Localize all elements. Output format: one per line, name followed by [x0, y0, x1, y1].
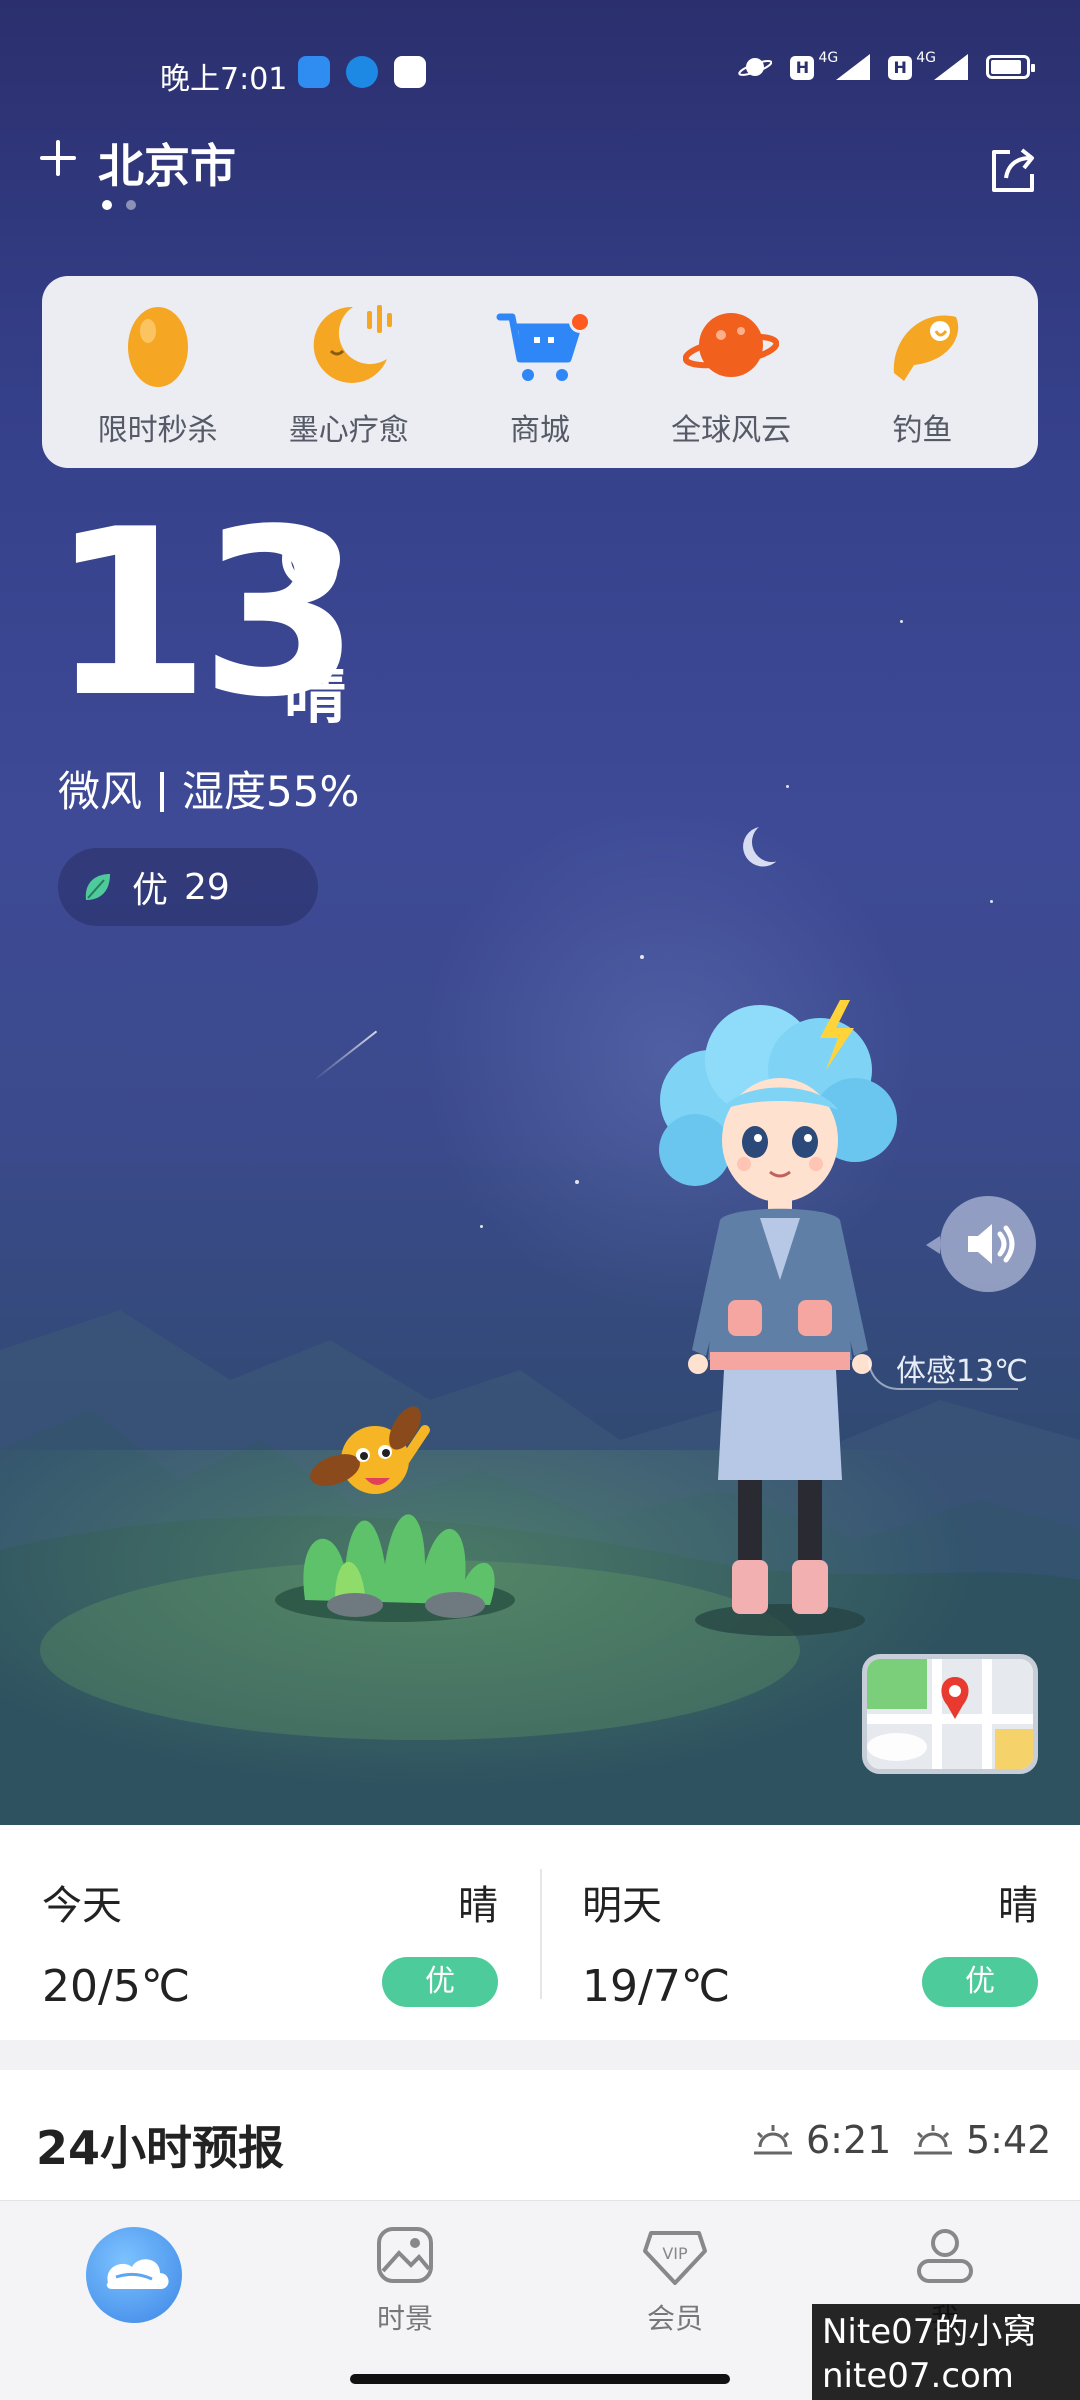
sunrise-icon [754, 2125, 792, 2155]
quick-item-healing[interactable]: 墨心疗愈 [264, 287, 434, 457]
sunset: 5:42 [912, 2118, 1051, 2162]
notification-badge [568, 311, 591, 333]
voice-broadcast-button[interactable] [926, 1196, 1036, 1292]
watermark: Nite07的小窝 nite07.com [812, 2304, 1080, 2400]
day-label: 明天 [582, 1883, 662, 1929]
app-notification-icon [298, 56, 330, 88]
nav-label: 会员 [646, 2302, 703, 2335]
aqi-value: 29 [184, 866, 230, 908]
divider [160, 772, 165, 812]
nav-label: 时景 [376, 2302, 433, 2335]
quick-item-label: 商城 [509, 413, 570, 448]
humidity: 湿度55% [182, 767, 360, 816]
nav-scenery[interactable]: 时景 [330, 2223, 480, 2337]
quick-menu: 限时秒杀 墨心疗愈 商城 全球风云 钓鱼 [42, 276, 1038, 468]
star [640, 955, 644, 959]
sunrise: 6:21 [752, 2118, 891, 2162]
weather-character [659, 1000, 897, 1636]
signal-2: H 4G [888, 50, 968, 80]
planet-status-icon [738, 58, 773, 76]
sunrise-time: 6:21 [806, 2118, 892, 2162]
aqi-pill[interactable]: 优 29 [58, 848, 318, 926]
forecast-today[interactable]: 今天 晴 20/5℃ 优 [0, 1825, 540, 2040]
degree-symbol [282, 530, 340, 588]
cat-app-icon [394, 56, 426, 88]
quick-item-label: 全球风云 [671, 413, 792, 448]
signal-icon [934, 54, 968, 80]
page-dot [102, 200, 112, 210]
daily-forecast: 今天 晴 20/5℃ 优 明天 晴 19/7℃ 优 [0, 1825, 1080, 2040]
nav-vip[interactable]: VIP 会员 [600, 2223, 750, 2337]
aqi-badge: 优 [922, 1957, 1038, 2007]
quick-item-label: 钓鱼 [892, 413, 953, 448]
day-label: 今天 [42, 1883, 122, 1929]
aqi-label: 优 [132, 870, 169, 911]
egg-icon [127, 307, 188, 387]
weather-label: 晴 [998, 1883, 1038, 1929]
leaf-icon [85, 874, 110, 900]
star [480, 1225, 483, 1228]
sim-label: H [888, 56, 913, 80]
add-city-button[interactable] [36, 136, 80, 180]
temp-range: 19/7℃ [582, 1961, 731, 2012]
shooting-star [312, 1030, 378, 1082]
wind-humidity: 微风 湿度55% [58, 758, 359, 819]
star [900, 620, 903, 623]
image-icon [377, 2227, 433, 2283]
sim-label: H [790, 56, 815, 80]
hourly-forecast-header: 24小时预报 6:21 5:42 [0, 2070, 1080, 2200]
watermark-line: Nite07的小窝 [822, 2312, 1037, 2352]
nav-weather-home[interactable] [86, 2227, 182, 2323]
aqi-badge: 优 [382, 1957, 498, 2007]
quick-item-label: 墨心疗愈 [288, 413, 409, 448]
signal-1: H 4G [790, 50, 871, 80]
cart-icon [496, 313, 582, 381]
page-dot [126, 200, 136, 210]
cloud-icon [106, 2259, 169, 2289]
star [575, 1180, 579, 1184]
star [786, 785, 789, 788]
map-pin-icon [867, 1659, 1033, 1769]
moon-icon [313, 305, 392, 383]
quick-item-label: 限时秒杀 [97, 413, 218, 448]
app-notification-icon [346, 56, 378, 88]
hourly-title: 24小时预报 [36, 2121, 285, 2175]
share-button[interactable] [984, 140, 1044, 200]
fish-icon [894, 315, 959, 381]
signal-icon [836, 54, 871, 80]
watermark-line: nite07.com [822, 2356, 1014, 2396]
vip-icon: VIP [643, 2231, 707, 2285]
sunset-icon [914, 2125, 952, 2155]
page-indicator [102, 200, 136, 210]
quick-item-flash-sale[interactable]: 限时秒杀 [73, 287, 243, 457]
clock: 晚上7:01 [160, 62, 288, 97]
star [990, 900, 993, 903]
current-condition: 晴 [284, 659, 347, 732]
planet-icon [683, 313, 780, 377]
map-button[interactable] [862, 1654, 1038, 1774]
forecast-tomorrow[interactable]: 明天 晴 19/7℃ 优 [540, 1825, 1080, 2040]
wind: 微风 [58, 767, 143, 816]
quick-item-fishing[interactable]: 钓鱼 [837, 287, 1007, 457]
battery-icon [986, 55, 1035, 79]
city-name[interactable]: 北京市 [98, 130, 236, 196]
speaker-icon [968, 1224, 1015, 1264]
quick-item-mall[interactable]: 商城 [455, 287, 625, 457]
status-bar: 晚上7:01 H 4G H 4G [0, 48, 1080, 100]
dog-mascot [275, 1406, 515, 1622]
feels-like: 体感13℃ [896, 1354, 1028, 1389]
person-icon [917, 2229, 973, 2283]
quick-item-global[interactable]: 全球风云 [646, 287, 816, 457]
home-indicator[interactable] [350, 2374, 730, 2384]
temp-range: 20/5℃ [42, 1961, 191, 2012]
weather-label: 晴 [458, 1883, 498, 1929]
sunset-time: 5:42 [966, 2118, 1052, 2162]
svg-text:VIP: VIP [662, 2244, 688, 2263]
